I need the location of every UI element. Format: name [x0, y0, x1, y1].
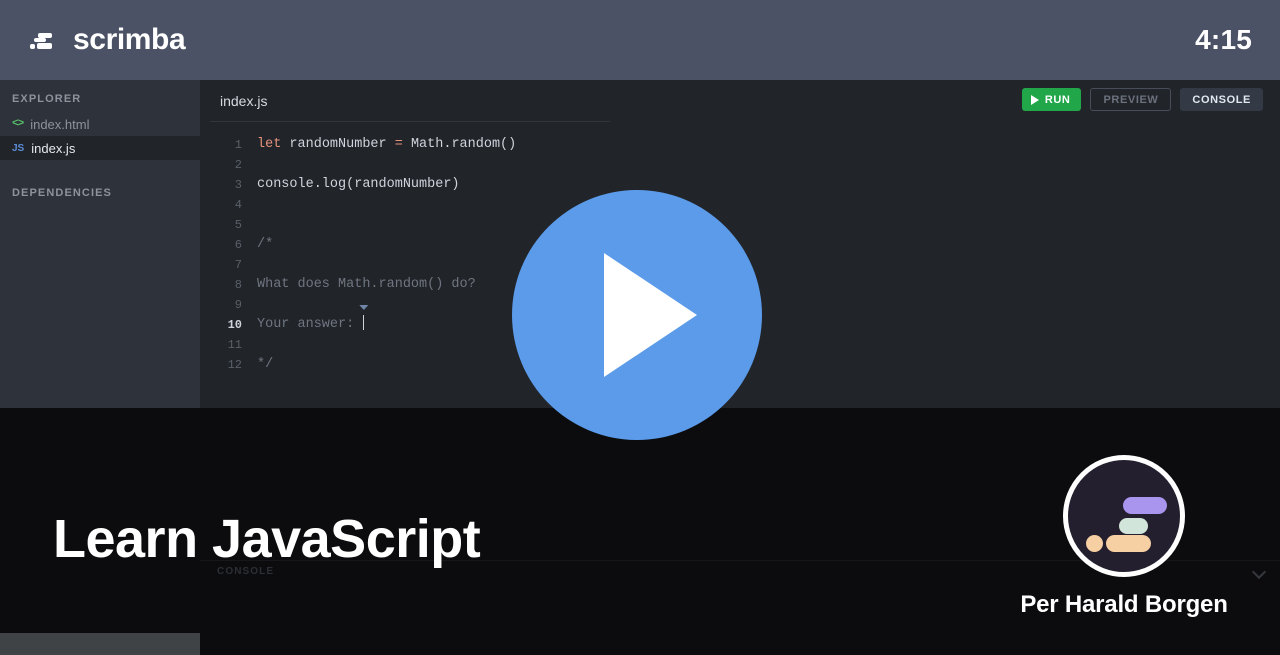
dependencies-heading: DEPENDENCIES — [12, 187, 112, 199]
run-button-label: RUN — [1044, 93, 1071, 106]
code-line[interactable]: 1 let randomNumber = Math.random() — [200, 135, 1280, 155]
html-brackets-icon: <> — [12, 118, 24, 130]
line-number: 8 — [234, 278, 242, 292]
course-title: Learn JavaScript — [53, 509, 481, 569]
brand-name: scrimba — [73, 23, 186, 56]
line-number: 6 — [234, 238, 242, 252]
brand-logo[interactable]: scrimba — [30, 23, 186, 57]
line-text: console.log(randomNumber) — [257, 177, 460, 192]
line-number: 12 — [227, 358, 242, 372]
line-number: 1 — [234, 138, 242, 152]
js-file-icon: JS — [12, 142, 25, 154]
author-name: Per Harald Borgen — [1020, 591, 1228, 618]
line-number: 2 — [234, 158, 242, 172]
file-label: index.html — [30, 116, 90, 132]
sidebar-item-index-js[interactable]: JS index.js — [0, 136, 200, 160]
editor-toolbar: RUN PREVIEW CONSOLE — [1021, 88, 1263, 111]
author-block: Per Harald Borgen — [1018, 455, 1230, 619]
play-icon — [1030, 94, 1039, 105]
play-circle-icon[interactable] — [512, 190, 762, 440]
app-header: scrimba 4:15 — [0, 0, 1280, 80]
preview-button[interactable]: PREVIEW — [1090, 88, 1172, 111]
bottom-left-bar — [0, 633, 200, 655]
line-text: What does Math.random() do? — [257, 277, 476, 292]
line-number: 3 — [234, 178, 242, 192]
sidebar-item-index-html[interactable]: <> index.html — [0, 112, 200, 136]
line-number: 9 — [234, 298, 242, 312]
scrimba-avatar-icon — [1063, 455, 1185, 577]
code-line[interactable]: 2 — [200, 155, 1280, 175]
line-number: 10 — [227, 318, 242, 332]
chevron-down-icon[interactable] — [1253, 567, 1266, 576]
run-button[interactable]: RUN — [1021, 88, 1082, 111]
line-number: 11 — [227, 338, 242, 352]
explorer-heading: EXPLORER — [12, 93, 82, 105]
line-number: 4 — [234, 198, 242, 212]
file-label: index.js — [31, 140, 76, 156]
line-text: Your answer: — [242, 305, 369, 335]
line-text: */ — [257, 357, 274, 372]
tab-index-js[interactable]: index.js — [200, 93, 267, 109]
console-button[interactable]: CONSOLE — [1180, 88, 1263, 111]
line-number: 5 — [234, 218, 242, 232]
line-number: 7 — [234, 258, 242, 272]
editor-tabbar: index.js RUN PREVIEW CONSOLE — [200, 80, 1280, 122]
file-explorer-sidebar: EXPLORER <> index.html JS index.js DEPEN… — [0, 80, 200, 408]
code-line[interactable]: 5 — [200, 215, 1280, 235]
text-cursor — [363, 315, 365, 330]
recording-timer: 4:15 — [1195, 24, 1252, 55]
line-text: /* — [257, 237, 274, 252]
scrimba-app: scrimba 4:15 EXPLORER <> index.html JS i… — [0, 0, 1280, 655]
scrimba-speedlines-icon — [30, 29, 60, 51]
code-line[interactable]: 4 — [200, 195, 1280, 215]
code-line[interactable]: 3 console.log(randomNumber) — [200, 175, 1280, 195]
line-text: let randomNumber = Math.random() — [257, 137, 517, 152]
